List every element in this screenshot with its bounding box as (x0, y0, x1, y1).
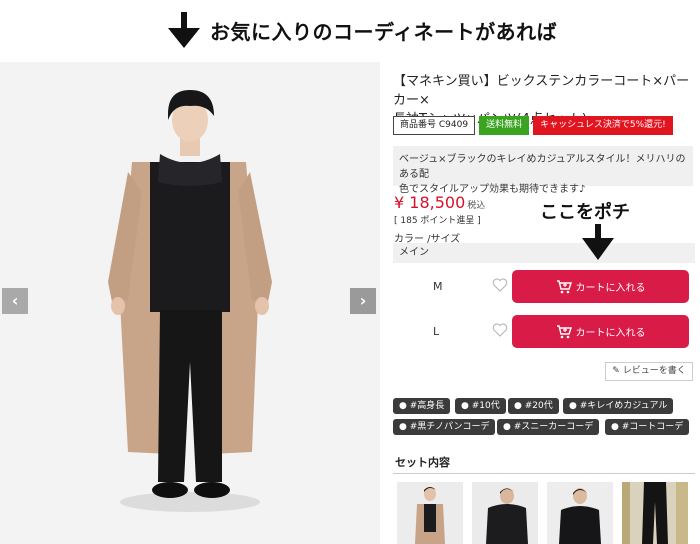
description-line1: ベージュ×ブラックのキレイめカジュアルスタイル！メリハリのある配 (399, 154, 686, 180)
cart-pointer-annotation: ここをポチ (540, 202, 630, 223)
tag-label: #10代 (471, 401, 500, 411)
favorite-heart-icon[interactable] (491, 276, 509, 294)
divider (393, 473, 695, 474)
gallery-next-button[interactable]: › (350, 288, 376, 314)
price: ¥ 18,500 税込 (394, 193, 485, 212)
cart-button-label: カートに入れる (575, 283, 646, 294)
set-item-thumbnail[interactable] (547, 482, 613, 544)
set-contents-title: セット内容 (395, 456, 450, 469)
gallery-prev-button[interactable]: ‹ (2, 288, 28, 314)
tag-chip[interactable]: ● #コートコーデ (605, 419, 690, 435)
tag-label: #コートコーデ (621, 422, 684, 432)
tag-chip[interactable]: ● #10代 (455, 398, 506, 414)
add-to-cart-button[interactable]: カートに入れる (512, 315, 689, 348)
badge-row: 商品番号 C9409 送料無料 キャッシュレス決済で5%還元! (393, 116, 673, 135)
favorite-heart-icon[interactable] (491, 321, 509, 339)
tax-label: 税込 (467, 201, 486, 211)
set-item-thumbnail[interactable] (622, 482, 688, 544)
product-photo[interactable]: ‹ › (0, 62, 380, 544)
model-photo-image (0, 62, 380, 544)
tag-label: #キレイめカジュアル (579, 401, 668, 411)
cashless-badge: キャッシュレス決済で5%還元! (533, 116, 673, 135)
product-title-line1: 【マネキン買い】ビックステンカラーコート×パーカー× (393, 74, 690, 108)
free-shipping-badge: 送料無料 (479, 116, 530, 135)
product-number-badge: 商品番号 C9409 (393, 116, 476, 135)
annotation-text: お気に入りのコーディネートがあれば (210, 20, 558, 44)
points-text: [ 185 ポイント進呈 ] (394, 216, 481, 226)
top-annotation: お気に入りのコーディネートがあれば (0, 10, 700, 50)
size-label: L (433, 325, 440, 338)
tag-label: #高身長 (409, 401, 445, 411)
color-main-row: メイン (393, 243, 695, 263)
set-item-thumbnail[interactable] (472, 482, 538, 544)
tag-chip[interactable]: ● #スニーカーコーデ (497, 419, 600, 435)
size-row-m: M カートに入れる (393, 270, 695, 304)
cart-button-label: カートに入れる (575, 328, 646, 339)
product-detail-panel: 【マネキン買い】ビックステンカラーコート×パーカー× 長袖Tシャツ×パンツ(4点… (380, 62, 700, 544)
tag-chip[interactable]: ● #20代 (508, 398, 559, 414)
tag-label: #黒チノパンコーデ (409, 422, 490, 432)
set-item-thumbnails (397, 482, 700, 544)
set-item-thumbnail[interactable] (397, 482, 463, 544)
write-review-button[interactable]: ✎ レビューを書く (605, 362, 693, 381)
tag-chip[interactable]: ● #高身長 (393, 398, 451, 414)
down-arrow-icon (582, 224, 614, 262)
size-label: M (433, 280, 443, 293)
product-description: ベージュ×ブラックのキレイめカジュアルスタイル！メリハリのある配 色でスタイルア… (393, 146, 693, 195)
tag-chip[interactable]: ● #黒チノパンコーデ (393, 419, 496, 435)
size-row-l: L カートに入れる (393, 315, 695, 349)
add-to-cart-button[interactable]: カートに入れる (512, 270, 689, 303)
tag-label: #20代 (524, 401, 553, 411)
cart-icon (556, 279, 572, 293)
tag-label: #スニーカーコーデ (513, 422, 594, 432)
down-arrow-icon (168, 12, 200, 48)
price-value: ¥ 18,500 (394, 193, 466, 212)
cart-icon (556, 324, 572, 338)
tag-chip[interactable]: ● #キレイめカジュアル (563, 398, 674, 414)
